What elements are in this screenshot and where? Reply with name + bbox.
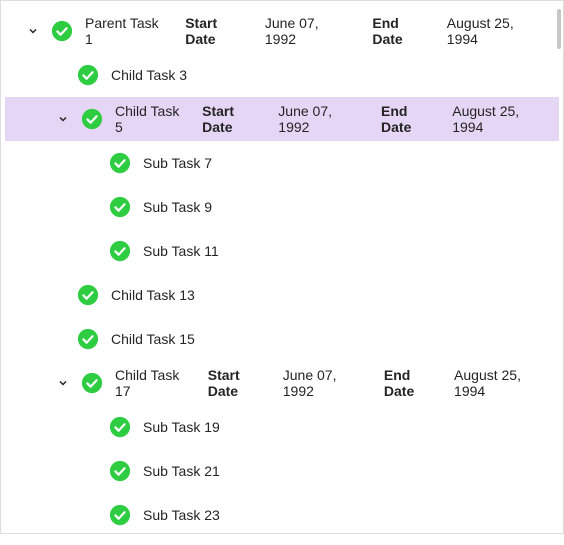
task-name: Sub Task 21 bbox=[143, 463, 220, 479]
check-circle-icon bbox=[77, 284, 99, 306]
check-circle-icon bbox=[109, 416, 131, 438]
start-date-label: Start Date bbox=[185, 15, 249, 47]
start-date-label: Start Date bbox=[202, 103, 262, 135]
task-name: Child Task 17 bbox=[115, 367, 190, 399]
end-date-label: End Date bbox=[372, 15, 430, 47]
start-date-value: June 07, 1992 bbox=[283, 367, 362, 399]
check-circle-icon bbox=[81, 108, 103, 130]
check-circle-icon bbox=[81, 372, 103, 394]
tree-row-child5[interactable]: Child Task 5 Start Date June 07, 1992 End D… bbox=[5, 97, 559, 141]
check-circle-icon bbox=[109, 152, 131, 174]
task-name: Sub Task 23 bbox=[143, 507, 220, 523]
end-date-label: End Date bbox=[384, 367, 438, 399]
end-date-value: August 25, 1994 bbox=[454, 367, 545, 399]
start-date-value: June 07, 1992 bbox=[265, 15, 350, 47]
tree-view[interactable]: Parent Task 1 Start Date June 07, 1992 End … bbox=[1, 1, 563, 545]
end-date-value: August 25, 1994 bbox=[447, 15, 545, 47]
chevron-down-icon[interactable] bbox=[53, 373, 73, 393]
start-date-label: Start Date bbox=[208, 367, 267, 399]
end-date-value: August 25, 1994 bbox=[452, 103, 545, 135]
scrollbar-thumb[interactable] bbox=[557, 9, 561, 49]
check-circle-icon bbox=[77, 328, 99, 350]
tree-row-child17[interactable]: Child Task 17 Start Date June 07, 1992 End … bbox=[5, 361, 559, 405]
chevron-down-icon[interactable] bbox=[53, 109, 73, 129]
tree-row-sub11[interactable]: Sub Task 11 bbox=[5, 229, 559, 273]
check-circle-icon bbox=[77, 64, 99, 86]
task-name: Sub Task 7 bbox=[143, 155, 212, 171]
check-circle-icon bbox=[109, 240, 131, 262]
tree-row-parent1[interactable]: Parent Task 1 Start Date June 07, 1992 End … bbox=[5, 9, 559, 53]
tree-row-child3[interactable]: Child Task 3 bbox=[5, 53, 559, 97]
chevron-down-icon[interactable] bbox=[23, 21, 43, 41]
task-name: Sub Task 9 bbox=[143, 199, 212, 215]
tree-row-child13[interactable]: Child Task 13 bbox=[5, 273, 559, 317]
task-name: Child Task 3 bbox=[111, 67, 187, 83]
tree-row-sub21[interactable]: Sub Task 21 bbox=[5, 449, 559, 493]
tree-row-child15[interactable]: Child Task 15 bbox=[5, 317, 559, 361]
check-circle-icon bbox=[109, 196, 131, 218]
tree-row-sub9[interactable]: Sub Task 9 bbox=[5, 185, 559, 229]
task-name: Sub Task 11 bbox=[143, 243, 219, 259]
tree-row-sub7[interactable]: Sub Task 7 bbox=[5, 141, 559, 185]
tree-row-sub23[interactable]: Sub Task 23 bbox=[5, 493, 559, 537]
task-name: Child Task 5 bbox=[115, 103, 184, 135]
end-date-label: End Date bbox=[381, 103, 436, 135]
check-circle-icon bbox=[51, 20, 73, 42]
task-name: Child Task 15 bbox=[111, 331, 195, 347]
start-date-value: June 07, 1992 bbox=[278, 103, 359, 135]
task-name: Parent Task 1 bbox=[85, 15, 167, 47]
check-circle-icon bbox=[109, 460, 131, 482]
check-circle-icon bbox=[109, 504, 131, 526]
task-name: Sub Task 19 bbox=[143, 419, 220, 435]
task-name: Child Task 13 bbox=[111, 287, 195, 303]
tree-row-sub19[interactable]: Sub Task 19 bbox=[5, 405, 559, 449]
